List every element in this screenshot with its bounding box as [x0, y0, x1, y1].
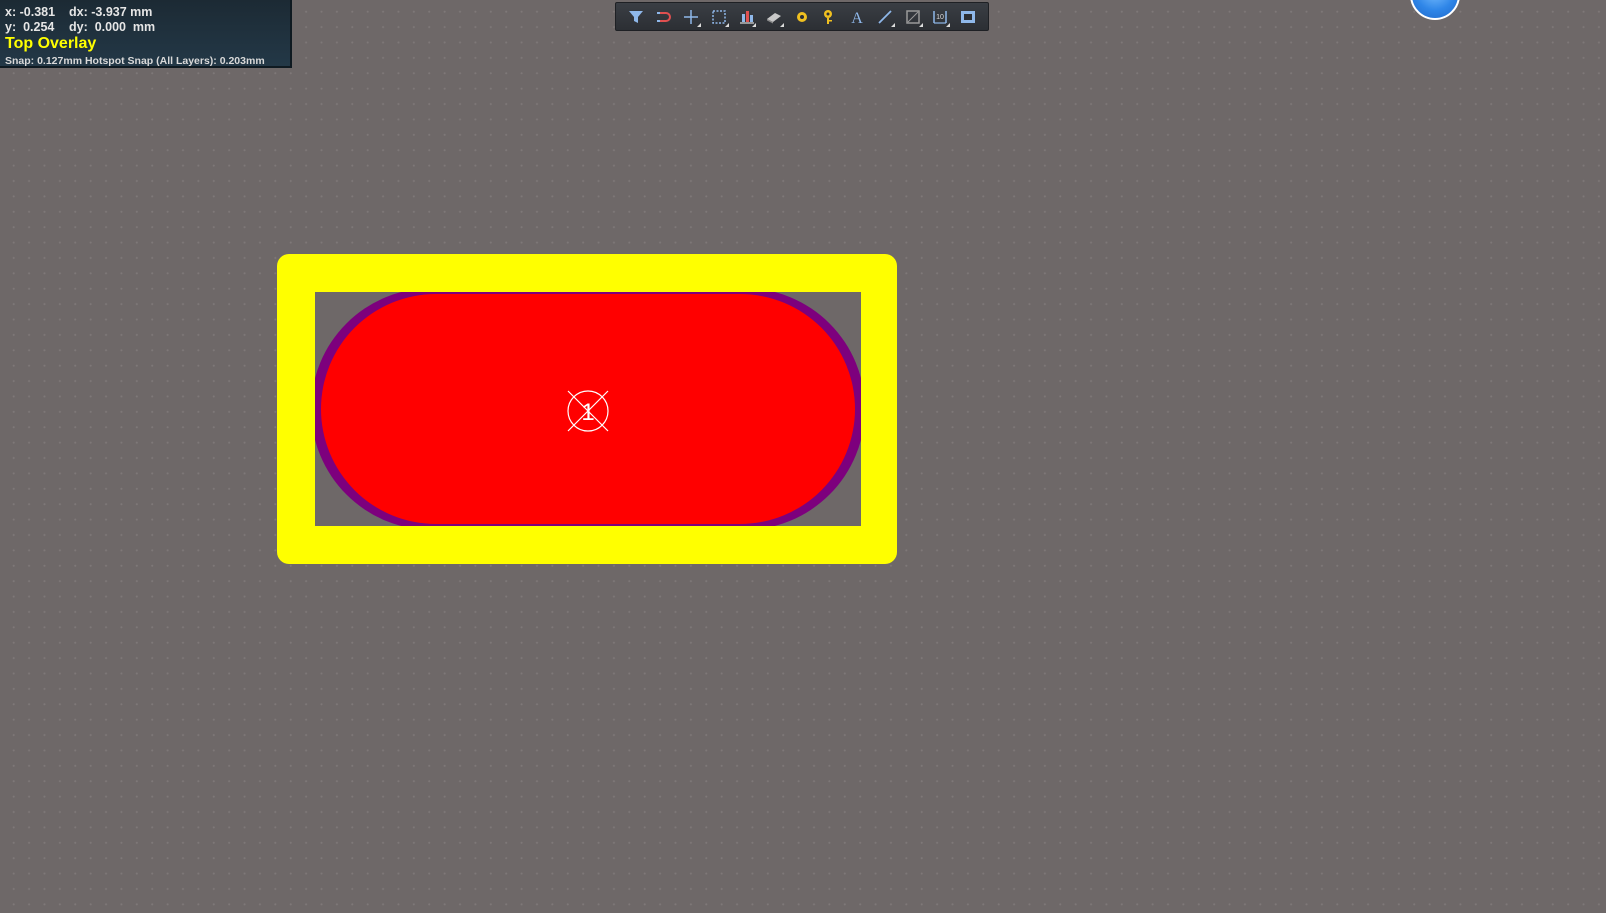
- place-line-button[interactable]: [871, 4, 899, 30]
- place-component-button[interactable]: [760, 4, 788, 30]
- footprint[interactable]: 1: [277, 254, 897, 564]
- hud-y-label: y:: [5, 20, 17, 34]
- filter-button[interactable]: [622, 4, 650, 30]
- dropdown-indicator-icon: [890, 22, 895, 27]
- hud-dx-label: dx:: [69, 5, 88, 19]
- place-region-button[interactable]: [899, 4, 927, 30]
- hud-dy-value: 0.000 mm: [94, 20, 156, 34]
- place-crosshair-button[interactable]: [677, 4, 705, 30]
- dropdown-indicator-icon: [918, 22, 923, 27]
- place-dimension-button[interactable]: 10: [927, 4, 955, 30]
- dropdown-indicator-icon: [946, 22, 951, 27]
- place-via-button[interactable]: [816, 4, 844, 30]
- svg-text:10: 10: [937, 14, 945, 21]
- dropdown-indicator-icon: [724, 22, 729, 27]
- select-area-button[interactable]: [705, 4, 733, 30]
- dropdown-indicator-icon: [697, 22, 702, 27]
- pad-designator: 1: [581, 399, 594, 426]
- footprint-graphic: 1: [277, 254, 897, 564]
- hud-dy-label: dy:: [69, 20, 88, 34]
- filter-icon: [628, 10, 643, 23]
- align-button[interactable]: [733, 4, 761, 30]
- hud-snap-info: Snap: 0.127mm Hotspot Snap (All Layers):…: [5, 55, 265, 67]
- interactive-routing-button[interactable]: [650, 4, 678, 30]
- board-shape-icon: [961, 10, 976, 23]
- hud-current-layer: Top Overlay: [5, 35, 97, 52]
- hud-dx-value: -3.937 mm: [91, 5, 153, 19]
- hud-row-y: y: 0.254 dy: 0.000 mm: [5, 20, 290, 35]
- hud-x-value: -0.381: [19, 5, 56, 19]
- interactive-routing-icon: [656, 11, 671, 22]
- dropdown-indicator-icon: [752, 22, 757, 27]
- hud-x-label: x:: [5, 5, 17, 19]
- pad-icon: [796, 11, 807, 22]
- svg-text:A: A: [852, 10, 864, 26]
- text-icon: A: [852, 10, 864, 26]
- hud-y-value: 0.254: [23, 20, 55, 34]
- hud-overlay: x: -0.381 dx: -3.937 mm y: 0.254 dy: 0.000…: [0, 0, 292, 68]
- dropdown-indicator-icon: [780, 22, 785, 27]
- via-icon: [823, 9, 832, 24]
- place-pad-button[interactable]: [788, 4, 816, 30]
- hud-row-x: x: -0.381 dx: -3.937 mm: [5, 5, 290, 20]
- place-string-button[interactable]: A: [844, 4, 872, 30]
- board-shape-button[interactable]: [954, 4, 982, 30]
- active-bar-toolbar: A 10: [615, 2, 989, 31]
